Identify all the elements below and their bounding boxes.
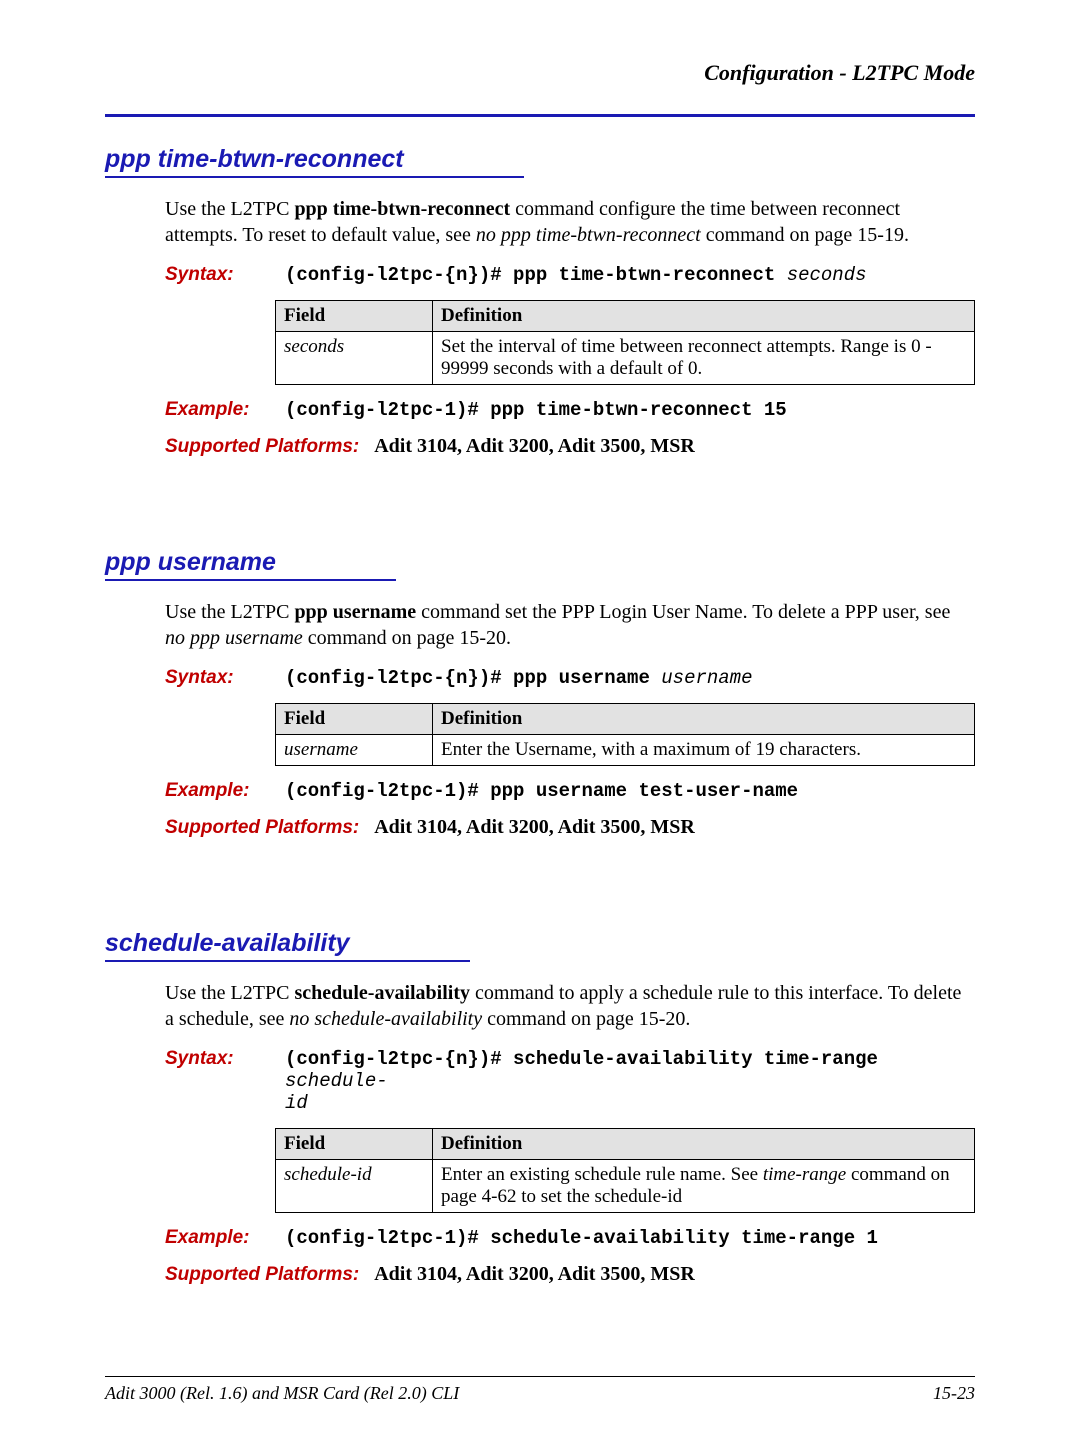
- footer-right: 15-23: [933, 1383, 975, 1404]
- table-header-row: Field Definition: [276, 1129, 975, 1160]
- table-row: username Enter the Username, with a maxi…: [276, 735, 975, 766]
- syntax-value: (config-l2tpc-{n})# ppp time-btwn-reconn…: [285, 264, 867, 286]
- intro-text: Use the L2TPC schedule-availability comm…: [165, 980, 975, 1032]
- example-block: Example: (config-l2tpc-1)# ppp time-btwn…: [165, 399, 975, 421]
- td-field: seconds: [276, 332, 433, 385]
- platforms-value: Adit 3104, Adit 3200, Adit 3500, MSR: [374, 435, 695, 457]
- th-definition: Definition: [433, 301, 975, 332]
- section-title: ppp time-btwn-reconnect: [105, 145, 524, 178]
- example-label: Example:: [165, 1227, 275, 1249]
- td-definition: Enter the Username, with a maximum of 19…: [433, 735, 975, 766]
- th-field: Field: [276, 1129, 433, 1160]
- intro-text: Use the L2TPC ppp time-btwn-reconnect co…: [165, 196, 975, 248]
- platforms-label: Supported Platforms:: [165, 436, 359, 457]
- th-definition: Definition: [433, 704, 975, 735]
- table-row: schedule-id Enter an existing schedule r…: [276, 1160, 975, 1213]
- platforms-line: Supported Platforms: Adit 3104, Adit 320…: [165, 1263, 975, 1286]
- example-label: Example:: [165, 780, 275, 802]
- td-field: username: [276, 735, 433, 766]
- section-title: ppp username: [105, 548, 396, 581]
- page-footer: Adit 3000 (Rel. 1.6) and MSR Card (Rel 2…: [105, 1376, 975, 1404]
- example-value: (config-l2tpc-1)# ppp time-btwn-reconnec…: [285, 399, 787, 421]
- platforms-value: Adit 3104, Adit 3200, Adit 3500, MSR: [374, 816, 695, 838]
- section-schedule-availability: schedule-availability Use the L2TPC sche…: [105, 929, 975, 1286]
- th-field: Field: [276, 704, 433, 735]
- section-ppp-time-btwn-reconnect: ppp time-btwn-reconnect Use the L2TPC pp…: [105, 145, 975, 458]
- field-table: Field Definition seconds Set the interva…: [275, 300, 975, 385]
- syntax-label: Syntax:: [165, 264, 275, 286]
- table-header-row: Field Definition: [276, 301, 975, 332]
- platforms-label: Supported Platforms:: [165, 817, 359, 838]
- syntax-block: Syntax: (config-l2tpc-{n})# schedule-ava…: [165, 1048, 975, 1114]
- example-label: Example:: [165, 399, 275, 421]
- syntax-label: Syntax:: [165, 667, 275, 689]
- table-row: seconds Set the interval of time between…: [276, 332, 975, 385]
- syntax-value: (config-l2tpc-{n})# ppp username usernam…: [285, 667, 752, 689]
- platforms-line: Supported Platforms: Adit 3104, Adit 320…: [165, 816, 975, 839]
- td-definition: Enter an existing schedule rule name. Se…: [433, 1160, 975, 1213]
- syntax-block: Syntax: (config-l2tpc-{n})# ppp time-btw…: [165, 264, 975, 286]
- table-header-row: Field Definition: [276, 704, 975, 735]
- platforms-line: Supported Platforms: Adit 3104, Adit 320…: [165, 435, 975, 458]
- field-table: Field Definition schedule-id Enter an ex…: [275, 1128, 975, 1213]
- td-definition: Set the interval of time between reconne…: [433, 332, 975, 385]
- syntax-value: (config-l2tpc-{n})# schedule-availabilit…: [285, 1048, 975, 1114]
- platforms-label: Supported Platforms:: [165, 1264, 359, 1285]
- th-field: Field: [276, 301, 433, 332]
- section-title: schedule-availability: [105, 929, 470, 962]
- page: Configuration - L2TPC Mode ppp time-btwn…: [0, 0, 1080, 1444]
- th-definition: Definition: [433, 1129, 975, 1160]
- footer-left: Adit 3000 (Rel. 1.6) and MSR Card (Rel 2…: [105, 1383, 459, 1404]
- intro-text: Use the L2TPC ppp username command set t…: [165, 599, 975, 651]
- field-table: Field Definition username Enter the User…: [275, 703, 975, 766]
- example-value: (config-l2tpc-1)# ppp username test-user…: [285, 780, 798, 802]
- platforms-value: Adit 3104, Adit 3200, Adit 3500, MSR: [374, 1263, 695, 1285]
- syntax-label: Syntax:: [165, 1048, 275, 1070]
- syntax-block: Syntax: (config-l2tpc-{n})# ppp username…: [165, 667, 975, 689]
- section-ppp-username: ppp username Use the L2TPC ppp username …: [105, 548, 975, 839]
- td-field: schedule-id: [276, 1160, 433, 1213]
- running-head: Configuration - L2TPC Mode: [105, 60, 975, 86]
- example-value: (config-l2tpc-1)# schedule-availability …: [285, 1227, 878, 1249]
- example-block: Example: (config-l2tpc-1)# schedule-avai…: [165, 1227, 975, 1249]
- top-rule: [105, 114, 975, 117]
- example-block: Example: (config-l2tpc-1)# ppp username …: [165, 780, 975, 802]
